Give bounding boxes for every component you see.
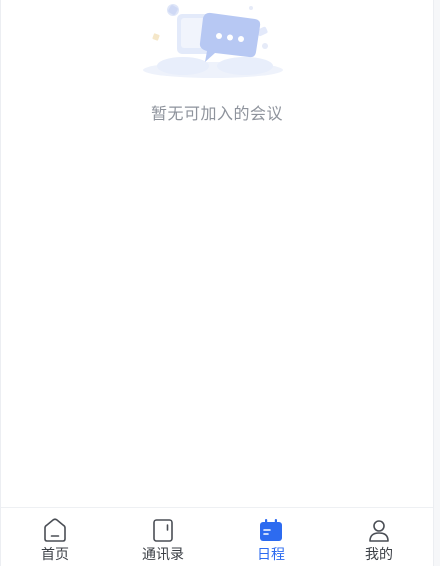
contacts-icon bbox=[153, 519, 173, 542]
chat-bubble-illustration-icon bbox=[143, 4, 283, 78]
empty-state-message: 暂无可加入的会议 bbox=[150, 104, 283, 123]
home-icon bbox=[44, 518, 66, 542]
bottom-tab-bar: 首页 通讯录 日程 我的 bbox=[1, 507, 433, 566]
tab-contacts[interactable]: 通讯录 bbox=[109, 508, 217, 566]
profile-icon bbox=[369, 520, 389, 542]
tab-schedule[interactable]: 日程 bbox=[217, 508, 325, 566]
tab-contacts-label: 通讯录 bbox=[142, 547, 184, 563]
tab-mine-label: 我的 bbox=[365, 547, 393, 563]
tab-schedule-label: 日程 bbox=[257, 547, 285, 563]
calendar-icon bbox=[260, 519, 282, 541]
tab-home[interactable]: 首页 bbox=[1, 508, 109, 566]
app-screen: 暂无可加入的会议 首页 通讯录 日程 我的 bbox=[0, 0, 434, 566]
tab-mine[interactable]: 我的 bbox=[325, 508, 433, 566]
tab-home-label: 首页 bbox=[41, 547, 69, 563]
